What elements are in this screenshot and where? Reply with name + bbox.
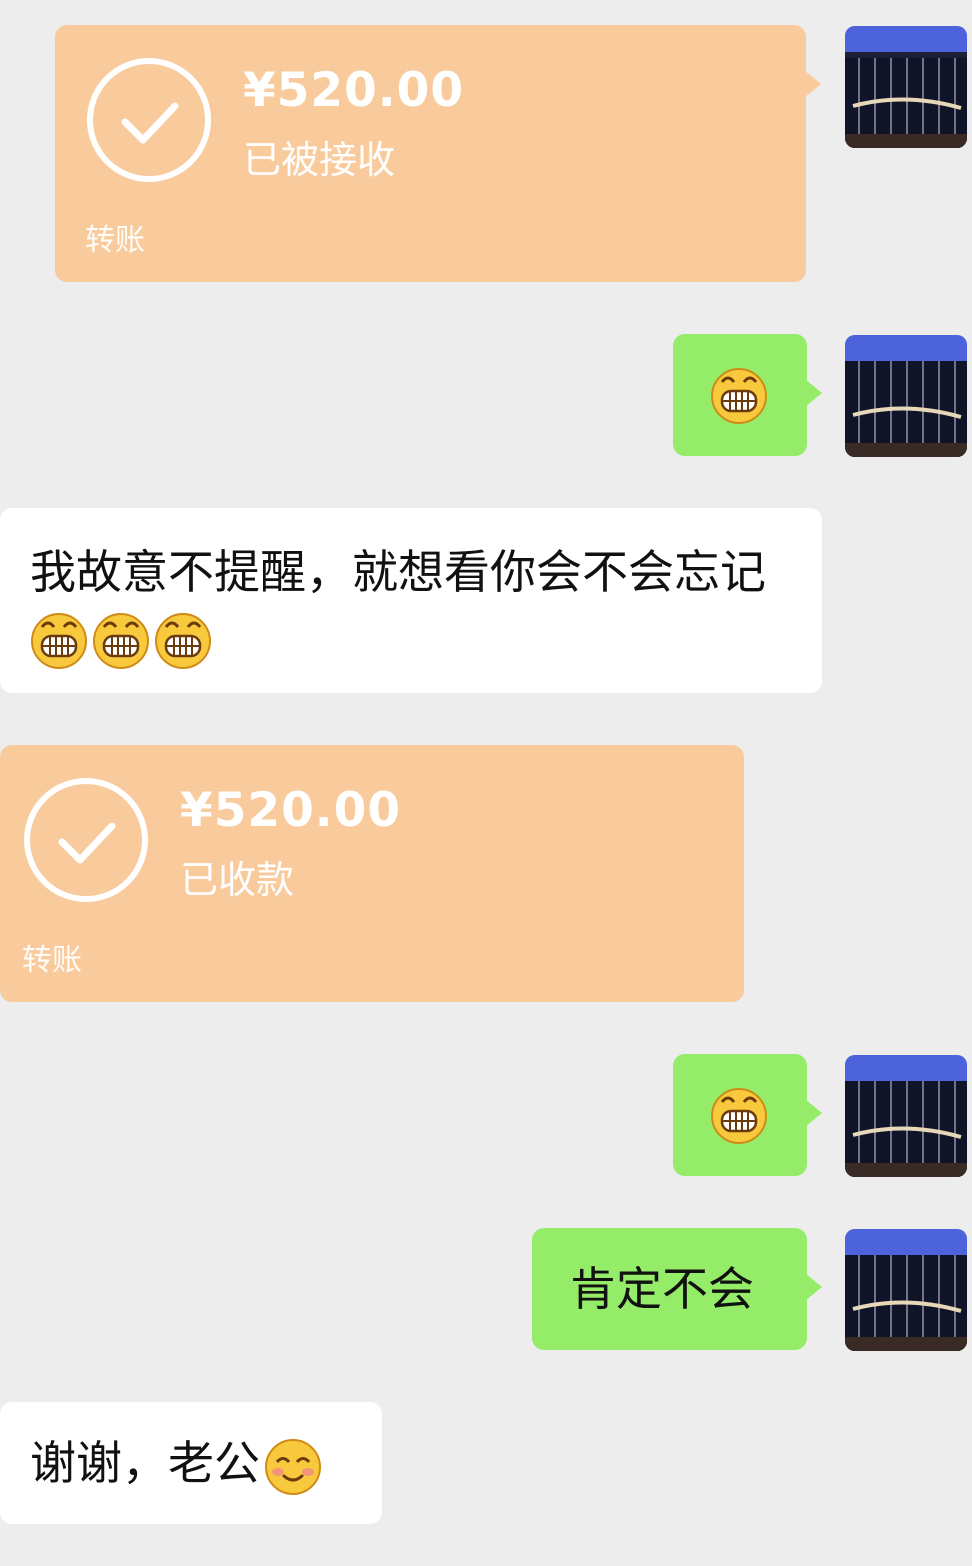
building-photo-icon (845, 1229, 967, 1351)
grin-emoji (30, 611, 88, 669)
grin-emoji (710, 1086, 768, 1144)
transfer-card-received[interactable]: ¥520.00 已被接收 转账 (55, 25, 821, 282)
grin-emoji (154, 611, 212, 669)
building-photo-icon (845, 1055, 967, 1177)
check-circle-icon (24, 778, 148, 902)
transfer-label: 转账 (85, 223, 145, 258)
transfer-amount: ¥520.00 (180, 783, 402, 838)
check-circle-icon (87, 58, 211, 182)
self-avatar[interactable] (845, 1055, 967, 1177)
self-avatar[interactable] (845, 1229, 967, 1351)
self-avatar[interactable] (845, 26, 967, 148)
blush-emoji (264, 1438, 322, 1496)
transfer-status: 已被接收 (243, 138, 396, 182)
self-emoji-bubble[interactable] (673, 1054, 822, 1176)
grin-emoji (92, 611, 150, 669)
self-avatar[interactable] (845, 335, 967, 457)
transfer-label: 转账 (22, 943, 82, 978)
other-message-bubble[interactable]: 我故意不提醒，就想看你会不会忘记 (0, 508, 822, 693)
building-photo-icon (845, 26, 967, 148)
message-content: 谢谢，老公 (30, 1436, 260, 1490)
message-text: 谢谢，老公 (30, 1431, 322, 1496)
message-content: 我故意不提醒，就想看你会不会忘记 (30, 545, 766, 599)
message-content: 肯定不会 (570, 1262, 754, 1316)
transfer-card-collected[interactable]: ¥520.00 已收款 转账 (0, 745, 744, 1002)
other-message-bubble[interactable]: 谢谢，老公 (0, 1402, 382, 1524)
transfer-amount: ¥520.00 (243, 63, 465, 118)
building-photo-icon (845, 335, 967, 457)
message-text: 我故意不提醒，就想看你会不会忘记 (30, 540, 800, 669)
self-emoji-bubble[interactable] (673, 334, 822, 456)
self-message-bubble[interactable]: 肯定不会 (532, 1228, 822, 1350)
transfer-status: 已收款 (180, 858, 295, 902)
grin-emoji (710, 366, 768, 424)
